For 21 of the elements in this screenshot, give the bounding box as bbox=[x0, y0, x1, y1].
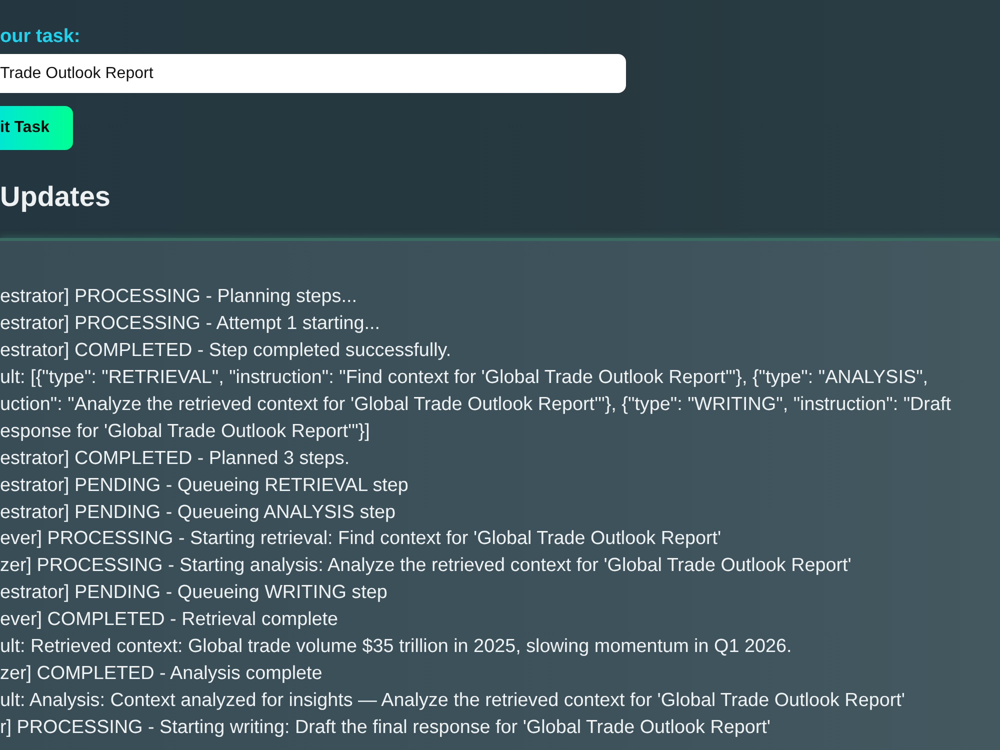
updates-heading: Updates bbox=[0, 180, 110, 214]
log-line: estrator] COMPLETED - Planned 3 steps. bbox=[0, 446, 350, 471]
log-line: zer] COMPLETED - Analysis complete bbox=[0, 662, 322, 686]
log-line: estrator] PROCESSING - Planning steps... bbox=[0, 285, 357, 309]
log-line: estrator] PENDING - Queueing RETRIEVAL step bbox=[0, 474, 408, 498]
log-line: ult: [{"type": "RETRIEVAL", "instruction": "Find context for 'Global Trade Outlook Report'"}, {"type": "ANALYSIS", bbox=[0, 366, 928, 390]
log-line: estrator] PENDING - Queueing ANALYSIS step bbox=[0, 500, 396, 524]
log-line: r] PROCESSING - Starting writing: Draft the final response for 'Global Trade Outlook Report' bbox=[0, 716, 770, 740]
log-line: ever] COMPLETED - Retrieval complete bbox=[0, 608, 338, 632]
log-line: ult: Retrieved context: Global trade volume $35 trillion in 2025, slowing momentum in Q1 2026. bbox=[0, 635, 792, 660]
log-line: estrator] PENDING - Queueing WRITING step bbox=[0, 581, 388, 606]
task-label: our task: bbox=[0, 25, 80, 49]
submit-task-button[interactable]: it Task bbox=[0, 106, 73, 150]
log-line: estrator] COMPLETED - Step completed successfully. bbox=[0, 338, 452, 363]
log-line: ever] PROCESSING - Starting retrieval: Find context for 'Global Trade Outlook Report' bbox=[0, 527, 722, 552]
task-input[interactable]: Trade Outlook Report bbox=[0, 54, 626, 93]
log-line: estrator] PROCESSING - Attempt 1 starting... bbox=[0, 312, 380, 336]
log-line: zer] PROCESSING - Starting analysis: Analyze the retrieved context for 'Global Trade Outlook Report' bbox=[0, 554, 852, 578]
log-line: esponse for 'Global Trade Outlook Report'"}] bbox=[0, 420, 370, 444]
log-line: ult: Analysis: Context analyzed for insights — Analyze the retrieved context for 'Global Trade Outlook Report' bbox=[0, 689, 905, 714]
log-line: uction": "Analyze the retrieved context for 'Global Trade Outlook Report'"}, {"type": "WRITING", "instruction": "Draft bbox=[0, 392, 951, 417]
